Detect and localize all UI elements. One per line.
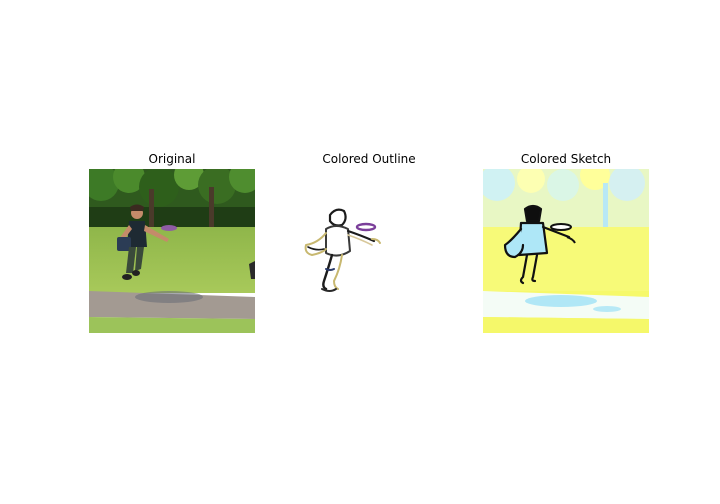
colored-sketch-image [483, 169, 649, 333]
original-photo-image [89, 169, 255, 333]
colored-outline-image [286, 169, 452, 333]
panel-title: Colored Outline [322, 152, 416, 166]
figure: Original Colored Outline Colored Sketch [0, 0, 720, 504]
panel-title: Original [148, 152, 196, 166]
panel-original: Original [89, 150, 255, 333]
panel-colored-sketch: Colored Sketch [483, 150, 649, 333]
panel-title: Colored Sketch [520, 152, 612, 166]
panel-colored-outline: Colored Outline [286, 150, 452, 333]
